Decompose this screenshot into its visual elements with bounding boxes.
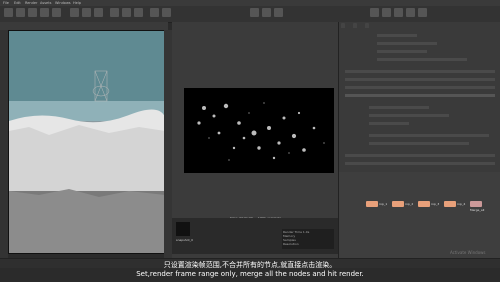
menu-edit[interactable]: Edit: [14, 1, 21, 5]
info-line: Resolution: [283, 242, 299, 246]
viewport-display-toolbar[interactable]: [164, 30, 172, 258]
shelf-tool-icon[interactable]: [40, 8, 49, 17]
node-label: rop_1: [379, 202, 388, 206]
shelf-tool-icon[interactable]: [262, 8, 271, 17]
param-tab[interactable]: [341, 23, 345, 28]
subtitle-english: Set,render frame range only, merge all t…: [136, 270, 364, 278]
shelf-tool-icon[interactable]: [406, 8, 415, 17]
shelf-tool-icon[interactable]: [250, 8, 259, 17]
shelf-tool-icon[interactable]: [122, 8, 131, 17]
shelf-tool-icon[interactable]: [94, 8, 103, 17]
param-field[interactable]: [369, 114, 449, 117]
shelf-tool-icon[interactable]: [418, 8, 427, 17]
param-field[interactable]: [369, 106, 429, 109]
shelf-tool-icon[interactable]: [274, 8, 283, 17]
network-editor[interactable]: [338, 172, 500, 258]
menu-windows[interactable]: Windows: [55, 1, 71, 5]
viewport-toolbar: [0, 22, 168, 30]
subtitle-chinese: 只设置渲染帧范围,不合并所有的节点,就直接点击渲染。: [163, 261, 337, 269]
shelf-tool-icon[interactable]: [82, 8, 91, 17]
param-row: [345, 86, 495, 89]
snapshot-label: snapshot_0: [176, 238, 194, 242]
rop-node[interactable]: [392, 201, 404, 207]
param-field[interactable]: [377, 34, 417, 37]
snapshot-thumbnail[interactable]: [176, 222, 190, 236]
shelf-tool-icon[interactable]: [28, 8, 37, 17]
param-tabs-row[interactable]: [345, 94, 495, 97]
shelf-tool-icon[interactable]: [4, 8, 13, 17]
node-label: rop_4: [457, 202, 466, 206]
scene-viewport[interactable]: [8, 30, 166, 254]
menu-help[interactable]: Help: [73, 1, 81, 5]
shelf-tool-icon[interactable]: [70, 8, 79, 17]
menu-render[interactable]: Render: [25, 1, 37, 5]
rop-node[interactable]: [418, 201, 430, 207]
shelf-tool-icon[interactable]: [394, 8, 403, 17]
param-field[interactable]: [369, 134, 489, 137]
left-toolbar[interactable]: [0, 30, 8, 258]
shelf-tool-icon[interactable]: [16, 8, 25, 17]
os-watermark: Activate Windows: [450, 250, 486, 255]
node-label: rop_3: [431, 202, 440, 206]
param-row: [345, 70, 495, 73]
render-image[interactable]: [184, 88, 334, 173]
shelf-tool-icon[interactable]: [52, 8, 61, 17]
merge-node[interactable]: [470, 201, 482, 207]
shelf-tool-icon[interactable]: [382, 8, 391, 17]
param-row: [345, 162, 495, 165]
param-tab[interactable]: [353, 23, 357, 28]
param-field[interactable]: [377, 58, 467, 61]
shelf-tool-icon[interactable]: [110, 8, 119, 17]
shelf-tool-icon[interactable]: [370, 8, 379, 17]
menu-file[interactable]: File: [3, 1, 9, 5]
param-field[interactable]: [377, 50, 427, 53]
parameter-panel: [338, 22, 500, 172]
viewport-scene: [9, 31, 165, 253]
param-field[interactable]: [369, 122, 409, 125]
render-info-box: Render Time 1.0s Memory Samples Resoluti…: [282, 229, 334, 249]
node-label: rop_2: [405, 202, 414, 206]
param-row: [345, 78, 495, 81]
shelf-tool-icon[interactable]: [134, 8, 143, 17]
shelf-tool-icon[interactable]: [150, 8, 159, 17]
rop-node[interactable]: [444, 201, 456, 207]
merge-node-label: Merge_all: [470, 208, 485, 212]
shelf-tool-icon[interactable]: [162, 8, 171, 17]
param-tab[interactable]: [365, 23, 369, 28]
param-field[interactable]: [369, 142, 469, 145]
rop-node[interactable]: [366, 201, 378, 207]
param-field[interactable]: [377, 42, 437, 45]
shelf-toolbar: [0, 6, 500, 23]
menu-assets[interactable]: Assets: [40, 1, 51, 5]
param-row: [345, 154, 495, 157]
